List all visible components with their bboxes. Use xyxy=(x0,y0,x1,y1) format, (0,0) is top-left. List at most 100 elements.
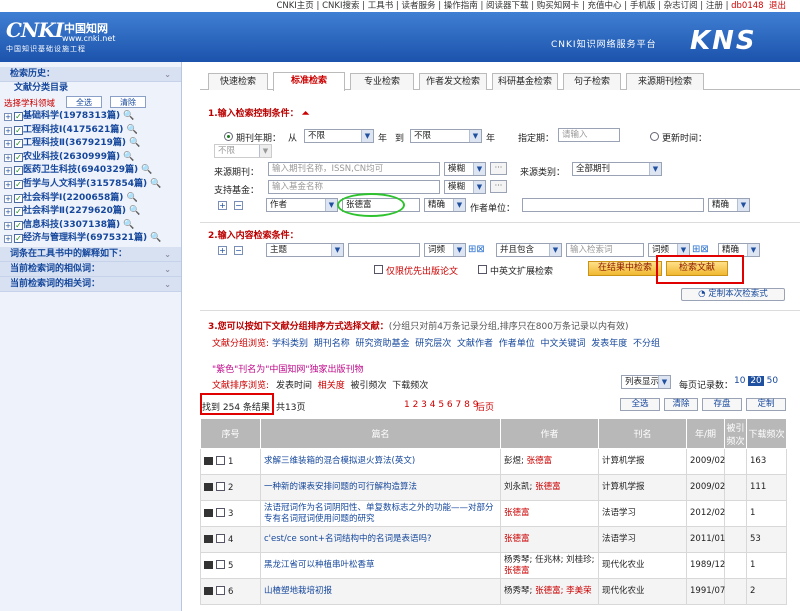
document-icon[interactable] xyxy=(204,534,213,543)
magnifier-icon[interactable]: 🔍 xyxy=(129,138,140,148)
author-highlight[interactable]: 张德富 xyxy=(527,456,553,466)
checkbox-checked[interactable]: ✓ xyxy=(14,112,23,121)
author-highlight[interactable]: 张德富 xyxy=(535,482,561,492)
title-link[interactable]: 黑龙江省可以种植串叶松香草 xyxy=(264,560,375,570)
row-journal[interactable]: 计算机学报 xyxy=(598,448,687,475)
group-link[interactable]: 文献作者 xyxy=(457,339,493,349)
magnifier-icon[interactable]: 🔍 xyxy=(141,165,152,175)
chevron-down-icon[interactable]: ⌄ xyxy=(164,247,171,262)
row-checkbox[interactable] xyxy=(216,533,225,543)
expand-icon[interactable]: + xyxy=(4,153,12,162)
group-link[interactable]: 作者单位 xyxy=(499,339,535,349)
author-highlight[interactable]: 张德富; 李美荣 xyxy=(535,586,592,596)
row-checkbox[interactable] xyxy=(216,481,225,491)
period-radio[interactable] xyxy=(224,132,233,141)
magnifier-icon[interactable]: 🔍 xyxy=(123,220,134,230)
expand-terms-icon[interactable]: ⊞⊠ xyxy=(692,244,709,255)
checkbox-checked[interactable]: ✓ xyxy=(14,193,23,203)
logout-link[interactable]: 退出 xyxy=(769,1,786,11)
author-field-select[interactable]: 作者 ▼ xyxy=(266,198,338,212)
author-highlight[interactable]: 张德富 xyxy=(504,566,530,576)
domain-item[interactable]: + ✓医药卫生科技(6940329篇) 🔍 xyxy=(0,164,181,178)
remove-row-icon[interactable]: − xyxy=(234,246,243,255)
document-icon[interactable] xyxy=(204,560,213,569)
group-link[interactable]: 研究层次 xyxy=(415,339,451,349)
domain-item[interactable]: + ✓农业科技(2630999篇) 🔍 xyxy=(0,151,181,165)
content-field-select[interactable]: 主题 ▼ xyxy=(266,243,344,257)
title-link[interactable]: 一种新的课表安排问题的可行解构造算法 xyxy=(264,482,417,492)
expand-icon[interactable]: + xyxy=(4,167,12,176)
expand-icon[interactable]: + xyxy=(4,126,12,135)
document-icon[interactable] xyxy=(204,586,213,595)
similar-terms-header[interactable]: 当前检索词的相似词： ⌄ xyxy=(0,261,181,277)
col-journal[interactable]: 刊名 xyxy=(598,418,687,449)
title-link[interactable]: 求解三维装箱的混合模拟退火算法(英文) xyxy=(264,456,415,466)
search-in-results-button[interactable]: 在结果中检索 xyxy=(588,261,662,276)
domain-item[interactable]: + ✓工程科技Ⅱ(3679219篇) 🔍 xyxy=(0,137,181,151)
magnifier-icon[interactable]: 🔍 xyxy=(127,193,138,203)
author-link[interactable]: 彭煜; xyxy=(504,456,527,466)
checkbox-checked[interactable]: ✓ xyxy=(14,152,23,162)
source-journal-input[interactable]: 输入期刊名称，ISSN,CN均可 xyxy=(268,162,440,176)
author-highlight[interactable]: 张德富 xyxy=(504,534,530,544)
select-all-button[interactable]: 全选 xyxy=(620,398,660,411)
more-button[interactable]: ··· xyxy=(490,180,507,193)
title-link[interactable]: 山楂塑地栽培初报 xyxy=(264,586,332,596)
fund-match-select[interactable]: 模糊 ▼ xyxy=(444,180,486,194)
magnifier-icon[interactable]: 🔍 xyxy=(127,125,138,135)
per-page-50[interactable]: 50 xyxy=(767,376,778,386)
author-link[interactable]: 杨秀琴; xyxy=(504,586,535,596)
document-icon[interactable] xyxy=(204,508,213,517)
sort-link[interactable]: 发表时间 xyxy=(276,381,312,391)
add-row-icon[interactable]: + xyxy=(218,201,227,210)
domain-item[interactable]: + ✓工程科技Ⅰ(4175621篇) 🔍 xyxy=(0,124,181,138)
group-link[interactable]: 中文关键词 xyxy=(541,339,586,349)
priority-pub-checkbox[interactable] xyxy=(374,265,383,274)
checkbox-checked[interactable]: ✓ xyxy=(14,207,23,217)
author-link[interactable]: 刘永凯; xyxy=(504,482,535,492)
add-row-icon[interactable]: + xyxy=(218,246,227,255)
search-history-header[interactable]: 检索历史： ⌄ xyxy=(0,67,181,82)
tab-fund-search[interactable]: 科研基金检索 xyxy=(492,73,558,90)
magnifier-icon[interactable]: 🔍 xyxy=(150,233,161,243)
source-type-select[interactable]: 全部期刊 ▼ xyxy=(572,162,662,176)
domain-item[interactable]: + ✓社会科学Ⅰ(2200658篇) 🔍 xyxy=(0,192,181,206)
username-link[interactable]: db0148 xyxy=(731,1,763,11)
to-year-select[interactable]: 不限 ▼ xyxy=(410,129,482,143)
row-journal[interactable]: 法语学习 xyxy=(598,526,687,553)
next-page-link[interactable]: 后页 xyxy=(476,400,494,413)
tab-standard-search[interactable]: 标准检索 xyxy=(273,72,345,91)
checkbox-checked[interactable]: ✓ xyxy=(14,179,23,189)
title-link[interactable]: c'est/ce sont+名词结构中的名词是表语吗? xyxy=(264,534,431,544)
chevron-down-icon[interactable]: ⌄ xyxy=(164,262,171,277)
expand-icon[interactable]: + xyxy=(4,208,12,217)
row-checkbox[interactable] xyxy=(216,585,225,595)
expand-icon[interactable]: + xyxy=(4,140,12,149)
checkbox-checked[interactable]: ✓ xyxy=(14,125,23,135)
save-button[interactable]: 存盘 xyxy=(702,398,742,411)
per-page-20[interactable]: 20 xyxy=(748,376,764,386)
magnifier-icon[interactable]: 🔍 xyxy=(123,152,134,162)
page-numbers[interactable]: 1 2 3 4 5 6 7 8 9 xyxy=(404,400,478,410)
expand-icon[interactable]: + xyxy=(4,235,12,244)
logic-select[interactable]: 并且包含 ▼ xyxy=(496,243,562,257)
row-journal[interactable]: 现代化农业 xyxy=(598,552,687,579)
document-icon[interactable] xyxy=(204,482,213,491)
domain-item[interactable]: + ✓哲学与人文科学(3157854篇) 🔍 xyxy=(0,178,181,192)
col-cited[interactable]: 被引频次 xyxy=(724,418,747,449)
author-link[interactable]: 杨秀琴; 任兆林; 刘桂珍; xyxy=(504,555,595,565)
update-time-radio[interactable] xyxy=(650,132,659,141)
per-page-10[interactable]: 10 xyxy=(734,376,745,386)
title-link[interactable]: 法语冠词作为名词阴阳性、单复数标志之外的功能——对部分专有名词冠词使用问题的研究 xyxy=(264,503,494,524)
expand-icon[interactable]: + xyxy=(4,221,12,230)
checkbox-checked[interactable]: ✓ xyxy=(14,166,23,176)
content-term-input[interactable] xyxy=(348,243,420,257)
expand-icon[interactable]: + xyxy=(4,180,12,189)
clear-button[interactable]: 清除 xyxy=(664,398,698,411)
from-year-select[interactable]: 不限 ▼ xyxy=(304,129,374,143)
row-checkbox[interactable] xyxy=(216,455,225,465)
domain-item[interactable]: + ✓经济与管理科学(6975321篇) 🔍 xyxy=(0,232,181,246)
list-mode-select[interactable]: 列表显示 ▼ xyxy=(621,375,671,389)
custom-query-button[interactable]: ◔ 定制本次检索式 xyxy=(681,288,785,301)
expand-terms-icon[interactable]: ⊞⊠ xyxy=(468,244,485,255)
